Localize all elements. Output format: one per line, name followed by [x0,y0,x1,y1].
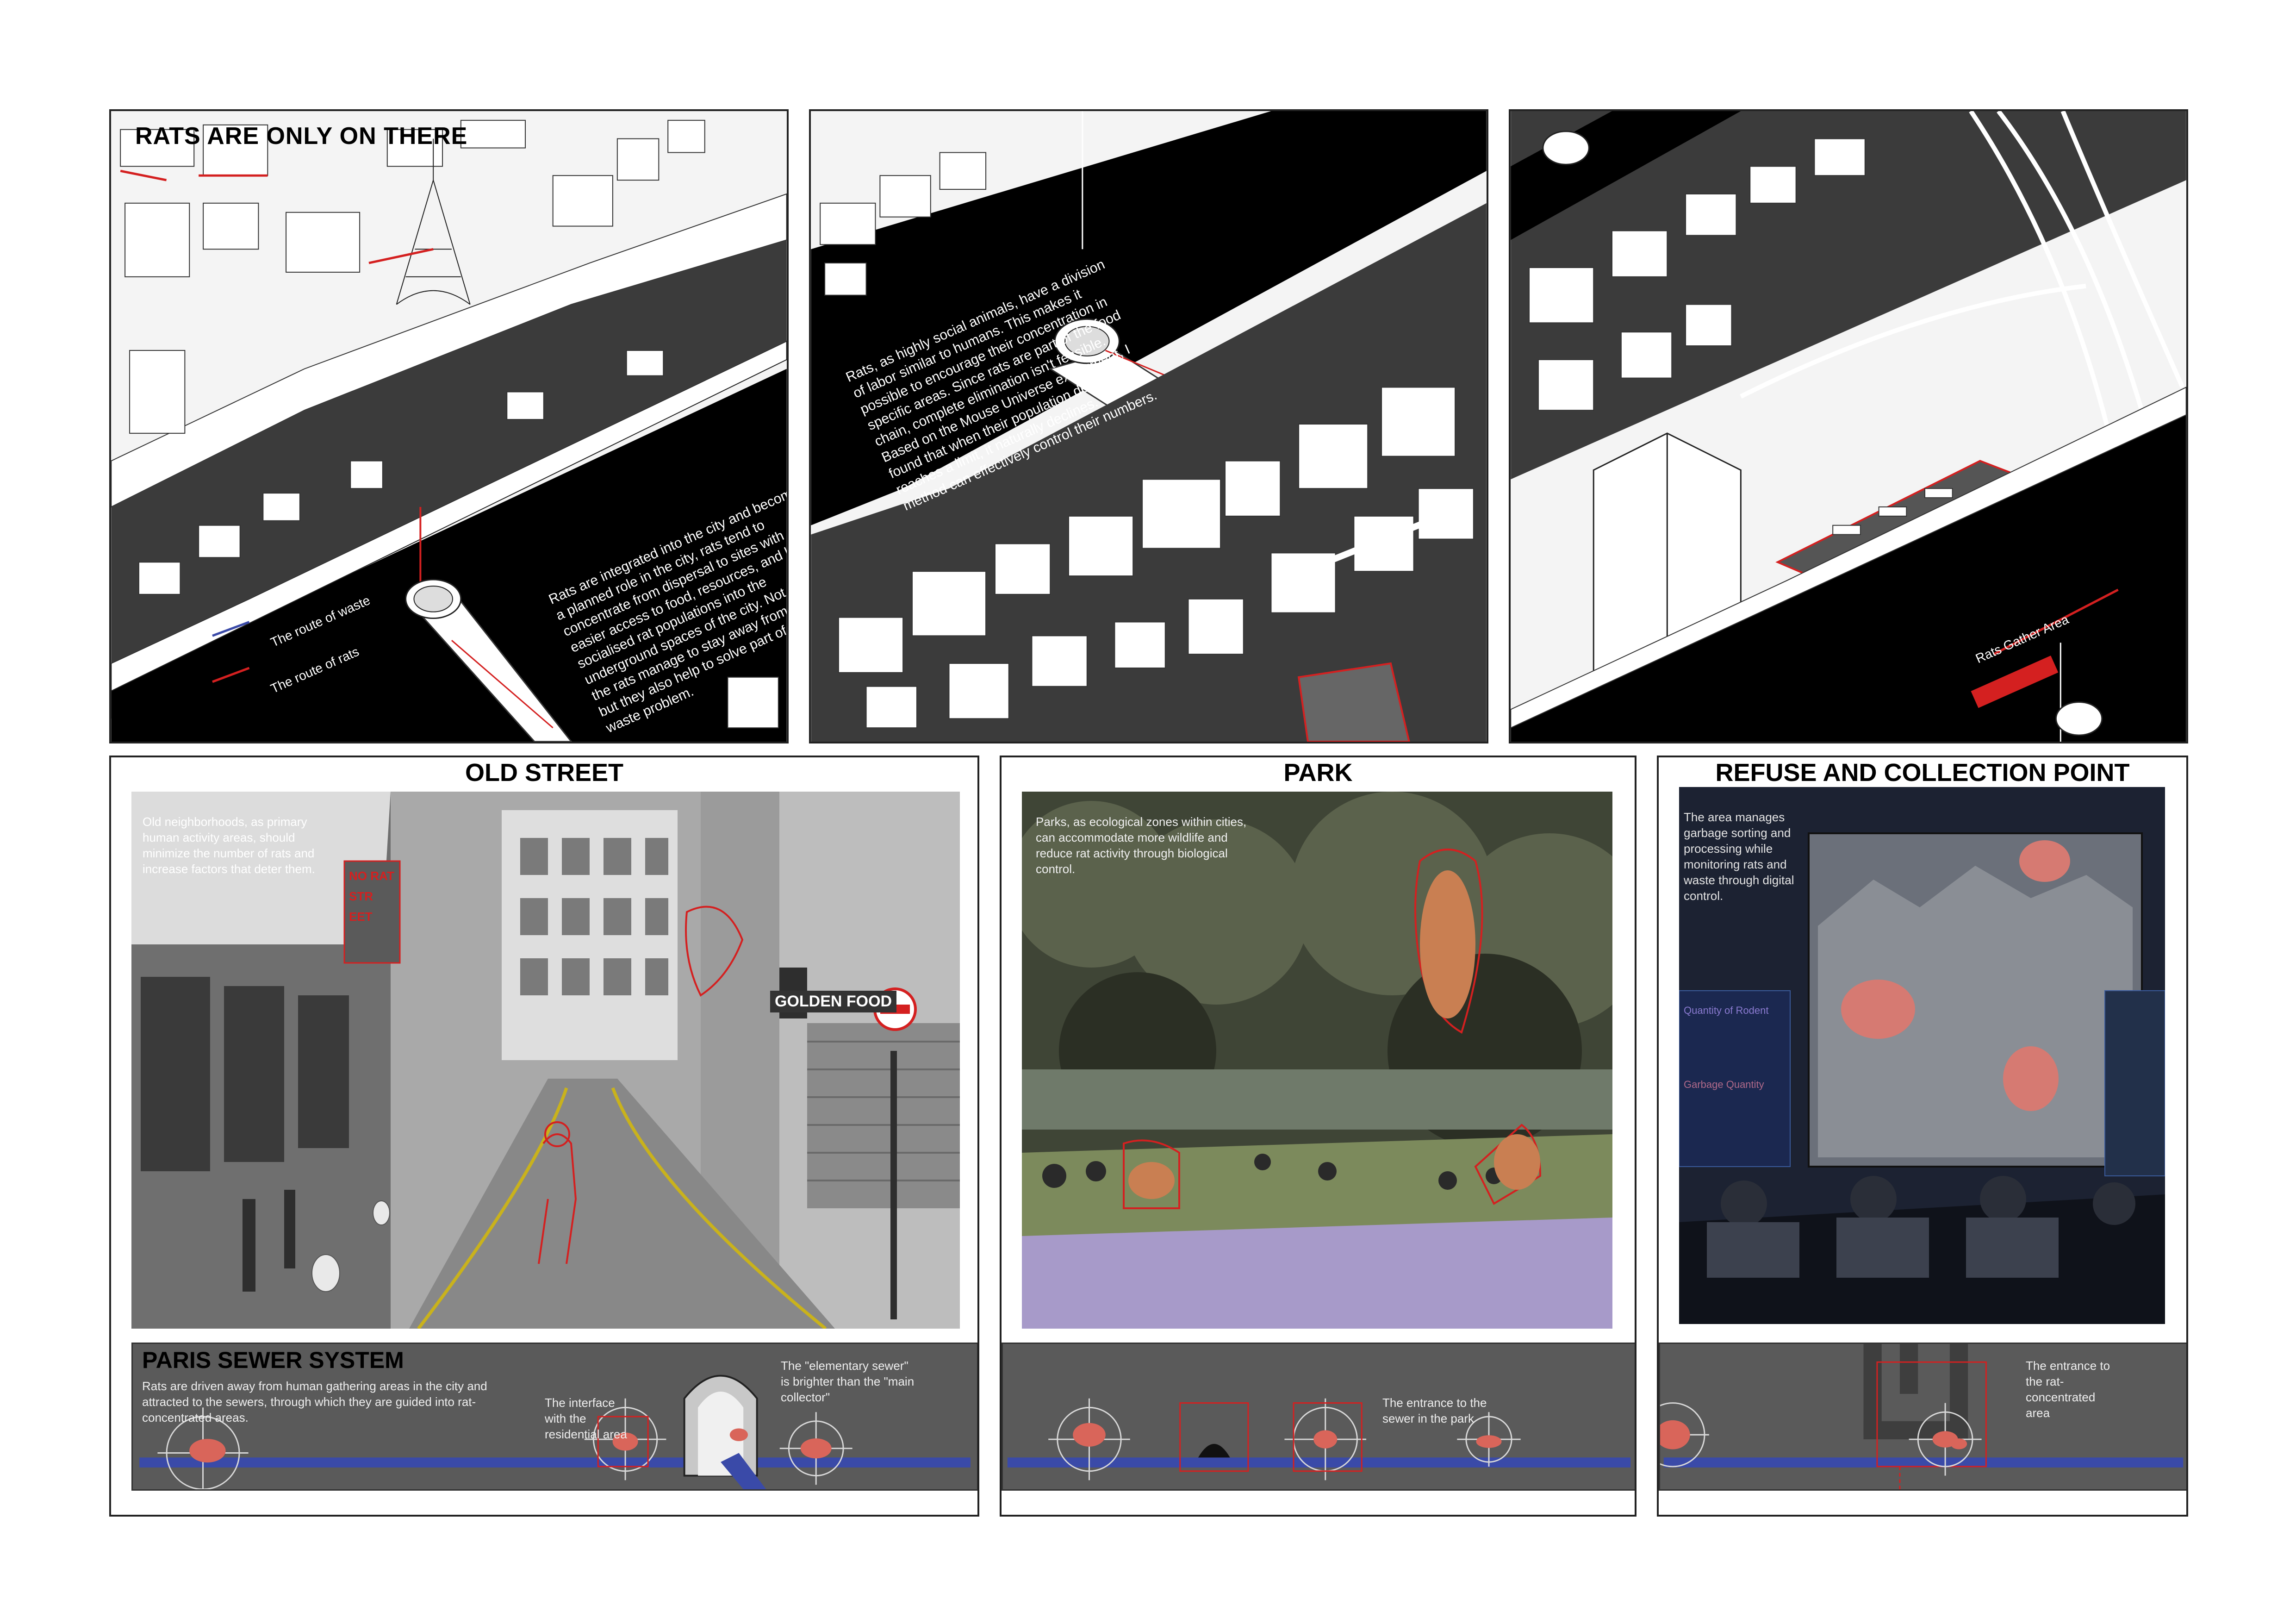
old-street-photo: Old neighborhoods, as primary human acti… [131,792,960,1329]
park-sewer-entrance-label: The entrance to the sewer in the park [1382,1396,1487,1425]
screen-label-rodent: Quantity of Rodent [1684,1005,1769,1016]
refuse-photo: The area manages garbage sorting and pro… [1679,787,2165,1324]
rat-area-entrance-label: The entrance to the rat-concentrated are… [2026,1359,2110,1420]
panel-title-rats-only: RATS ARE ONLY ON THERE [135,123,468,150]
refuse-caption: The area manages garbage sorting and pro… [1684,810,1794,903]
axo-drawing-collection [1511,111,2186,742]
sewer-strip-refuse: The entrance to the rat-concentrated are… [1659,1343,2186,1491]
sewer-strip-old-street: PARIS SEWER SYSTEM Rats are driven away … [131,1343,977,1491]
refuse-panel: REFUSE AND COLLECTION POINT The area man… [1657,756,2188,1517]
interface-residential-label: The interface with the residential area [545,1396,627,1441]
refuse-title: REFUSE AND COLLECTION POINT [1715,759,2130,787]
sewer-intro-text: Rats are driven away from human gatherin… [142,1379,487,1424]
sewer-diagram-park [1007,1398,1631,1480]
old-street-panel: OLD STREET Old neighborhoods, as primary… [109,756,979,1517]
sewer-strip-park: The entrance to the sewer in the park [1002,1343,1635,1491]
golden-food-sign: GOLDEN FOOD [770,991,897,1012]
park-caption: Parks, as ecological zones within cities… [1036,815,1247,876]
old-street-title: OLD STREET [465,759,623,787]
park-panel: PARK Parks, as ecological zones within c… [1000,756,1636,1517]
axo-panel-gather: Rats Gather Area [1509,109,2188,743]
elementary-sewer-label: The "elementary sewer" is brighter than … [781,1359,915,1404]
old-street-caption: Old neighborhoods, as primary human acti… [143,815,315,876]
axo-panel-rats-only: RATS ARE ONLY ON THERE Rats are integrat… [109,109,789,743]
park-photo: Parks, as ecological zones within cities… [1022,792,1612,1329]
no-rat-street-sign-text: NO RAT STR EET [349,869,394,924]
rat-marker-1 [2019,840,2070,882]
screen-label-garbage: Garbage Quantity [1684,1079,1764,1090]
rat-marker-2 [1841,980,1915,1039]
park-title: PARK [1283,759,1353,787]
sewer-system-title: PARIS SEWER SYSTEM [142,1347,404,1373]
rat-marker-3 [2003,1046,2059,1111]
axo-panel-social: Rats, as highly social animals, have a d… [809,109,1488,743]
